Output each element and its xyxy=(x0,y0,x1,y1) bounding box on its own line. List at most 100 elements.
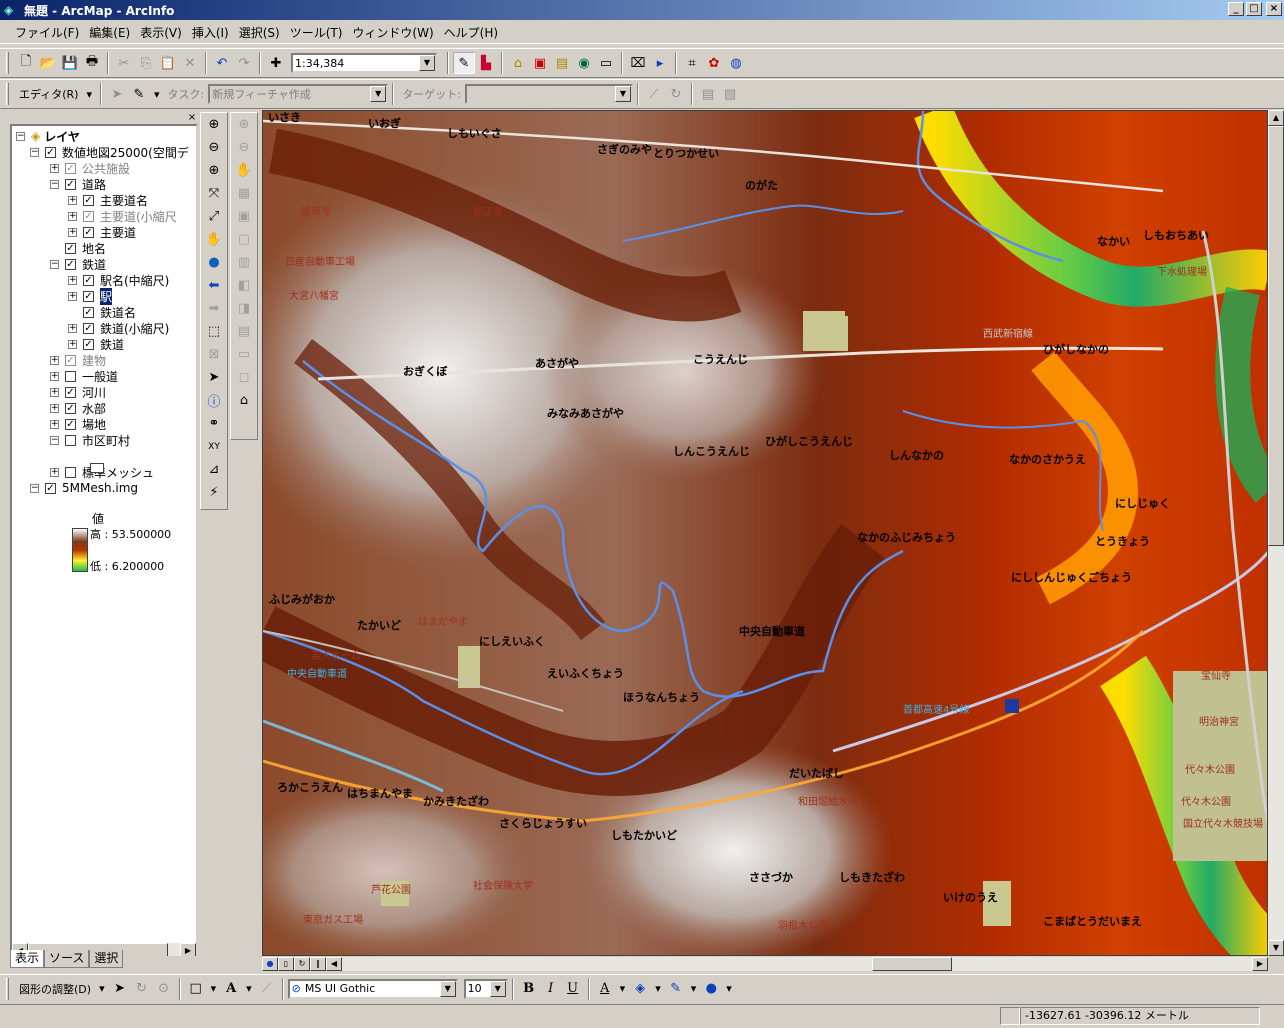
toc-layer-item[interactable]: − ✓ 鉄道 xyxy=(50,256,106,272)
expand-icon[interactable]: + xyxy=(68,275,77,285)
cut-icon[interactable]: ✂ xyxy=(113,52,135,74)
pause-icon[interactable]: ‖ xyxy=(310,957,326,971)
toolbox-icon[interactable]: ▣ xyxy=(529,52,551,74)
sketch-properties-icon[interactable]: ▧ xyxy=(719,83,741,105)
expand-icon[interactable]: + xyxy=(50,467,59,477)
layer-name[interactable]: 場地 xyxy=(82,416,106,433)
toc-layer-item[interactable]: + ✓ 駅名(中縮尺) xyxy=(68,272,169,288)
expand-icon[interactable]: + xyxy=(68,339,77,349)
undo-icon[interactable]: ↶ xyxy=(211,52,233,74)
drawing-menu[interactable]: 図形の調整(D) xyxy=(19,981,91,997)
model-builder-icon[interactable]: ◉ xyxy=(573,52,595,74)
play-arrow-icon[interactable]: ▸ xyxy=(649,52,671,74)
chevron-down-icon[interactable]: ▼ xyxy=(419,55,435,71)
full-extent-icon[interactable]: ⤢ xyxy=(202,205,226,228)
collapse-icon[interactable]: − xyxy=(16,131,25,141)
fixed-zoom-layout-in-icon[interactable]: ▢ xyxy=(232,228,256,251)
layer-name[interactable]: 鉄道名 xyxy=(100,304,136,321)
zoom-out-icon[interactable]: ⊖ xyxy=(202,136,226,159)
menu-window[interactable]: ウィンドウ(W) xyxy=(347,24,438,41)
chevron-down-icon[interactable]: ▾ xyxy=(99,982,105,995)
forward-arrow-icon[interactable]: ➡ xyxy=(202,297,226,320)
expand-icon[interactable]: + xyxy=(68,323,77,333)
layer-name[interactable]: 道路 xyxy=(82,176,106,193)
tab-display[interactable]: 表示 xyxy=(10,950,45,968)
add-data-icon[interactable]: ✚ xyxy=(265,52,287,74)
grid-icon[interactable]: ⌗ xyxy=(681,52,703,74)
layout-pan-icon[interactable]: ✋ xyxy=(232,159,256,182)
layer-visibility-checkbox[interactable]: ✓ xyxy=(65,162,76,174)
toc-layer-item[interactable]: + ✓ 河川 xyxy=(50,384,106,400)
layer-visibility-checkbox[interactable]: ✓ xyxy=(83,322,94,334)
scroll-right-icon[interactable]: ▶ xyxy=(1252,957,1268,971)
map-vertical-scrollbar[interactable]: ▲ ▼ xyxy=(1268,110,1284,956)
catalog-icon[interactable]: ⌂ xyxy=(507,52,529,74)
chevron-down-icon[interactable]: ▾ xyxy=(246,982,252,995)
rectangle-icon[interactable]: □ xyxy=(185,978,207,1000)
identify-window-icon[interactable]: ⌧ xyxy=(627,52,649,74)
toc-layer-item[interactable]: + ✓ 場地 xyxy=(50,416,106,432)
layer-visibility-checkbox[interactable]: ✓ xyxy=(45,146,56,158)
layer-name[interactable]: 数値地図25000(空間デ xyxy=(62,144,189,161)
layer-name[interactable]: 建物 xyxy=(82,352,106,369)
scroll-down-icon[interactable]: ▼ xyxy=(1268,940,1284,956)
clear-selection-icon[interactable]: ⊠ xyxy=(202,343,226,366)
menu-help[interactable]: ヘルプ(H) xyxy=(439,24,503,41)
layer-visibility-checkbox[interactable]: ✓ xyxy=(83,210,94,222)
toc-layer-item[interactable]: − ✓ 数値地図25000(空間デ xyxy=(30,144,189,160)
measure-icon[interactable]: ⊿ xyxy=(202,458,226,481)
close-icon[interactable]: × xyxy=(186,112,198,124)
toc-layer-item[interactable]: + ✓ 駅 xyxy=(68,287,113,305)
layout-back-icon[interactable]: ◧ xyxy=(232,274,256,297)
font-combo[interactable]: ⊘ MS UI Gothic ▼ xyxy=(287,978,458,999)
layout-view-page-icon[interactable]: ▯ xyxy=(278,957,294,971)
menu-tools[interactable]: ツール(T) xyxy=(285,24,348,41)
collapse-icon[interactable]: − xyxy=(50,435,59,445)
zoom-to-selected-icon[interactable]: ⊙ xyxy=(153,978,175,1000)
map-view[interactable]: 観泉寺 日産自動車工場 大宮八幡宮 はまだやま 若人ホーム 和田堀給水所 明治神… xyxy=(262,110,1268,956)
layer-name[interactable]: 駅 xyxy=(100,287,113,305)
layer-name[interactable]: 駅名(中縮尺) xyxy=(100,272,169,289)
attributes-icon[interactable]: ▤ xyxy=(697,83,719,105)
collapse-icon[interactable]: − xyxy=(30,483,39,493)
chevron-down-icon[interactable]: ▾ xyxy=(86,88,92,101)
toc-layer-item[interactable]: + ✓ 主要道(小縮尺 xyxy=(68,208,177,224)
map-horizontal-scrollbar[interactable] xyxy=(342,957,1252,971)
delete-icon[interactable]: ✕ xyxy=(179,52,201,74)
zoom-100-icon[interactable]: ▣ xyxy=(232,205,256,228)
toc-layer-item[interactable]: − ✓ 5MMesh.img xyxy=(30,480,138,496)
menu-edit[interactable]: 編集(E) xyxy=(84,24,135,41)
edit-vertices-icon[interactable]: ⟋ xyxy=(256,978,278,1000)
layer-visibility-checkbox[interactable]: ✓ xyxy=(83,274,94,286)
layer-name[interactable]: 地名 xyxy=(82,240,106,257)
toc-root[interactable]: − ◈ レイヤ xyxy=(16,128,80,144)
layer-visibility-checkbox[interactable]: ✓ xyxy=(65,258,76,270)
collapse-icon[interactable]: − xyxy=(50,259,59,269)
font-size-combo[interactable]: 10 ▼ xyxy=(463,978,508,999)
identify-icon[interactable]: ⓘ xyxy=(202,389,226,412)
scroll-right-icon[interactable]: ▶ xyxy=(180,943,196,956)
text-tool-icon[interactable]: A xyxy=(220,978,242,1000)
toc-layer-item[interactable]: ✓ 地名 xyxy=(50,240,106,256)
toc-layer-item[interactable]: + ✓ 鉄道(小縮尺) xyxy=(68,320,169,336)
elevation-map[interactable]: 観泉寺 日産自動車工場 大宮八幡宮 はまだやま 若人ホーム 和田堀給水所 明治神… xyxy=(263,111,1268,956)
chevron-down-icon[interactable]: ▾ xyxy=(620,982,626,995)
edit-pointer-icon[interactable]: ➤ xyxy=(106,83,128,105)
focus-frame-icon[interactable]: ◻ xyxy=(232,366,256,389)
globe-icon[interactable]: ● xyxy=(202,251,226,274)
layer-visibility-checkbox[interactable] xyxy=(65,434,76,446)
chevron-down-icon[interactable]: ▼ xyxy=(614,86,631,102)
layer-name[interactable]: 公共施設 xyxy=(82,160,130,177)
maximize-button[interactable]: □ xyxy=(1246,2,1262,16)
map-scale-combo[interactable]: 1:34,384 ▼ xyxy=(291,53,437,73)
toc-layer-item[interactable]: + ✓ 建物 xyxy=(50,352,106,368)
expand-icon[interactable]: + xyxy=(50,403,59,413)
toggle-draft-icon[interactable]: ▭ xyxy=(232,343,256,366)
toc-layer-item[interactable]: + ✓ 主要道名 xyxy=(68,192,148,208)
command-line-icon[interactable]: ▤ xyxy=(551,52,573,74)
layer-name[interactable]: 鉄道 xyxy=(82,256,106,273)
hyperlink-icon[interactable]: ⚡ xyxy=(202,481,226,504)
scroll-left-icon[interactable]: ◀ xyxy=(326,957,342,971)
select-elements-arrow-icon[interactable]: ➤ xyxy=(109,978,131,1000)
pan-hand-icon[interactable]: ✋ xyxy=(202,228,226,251)
